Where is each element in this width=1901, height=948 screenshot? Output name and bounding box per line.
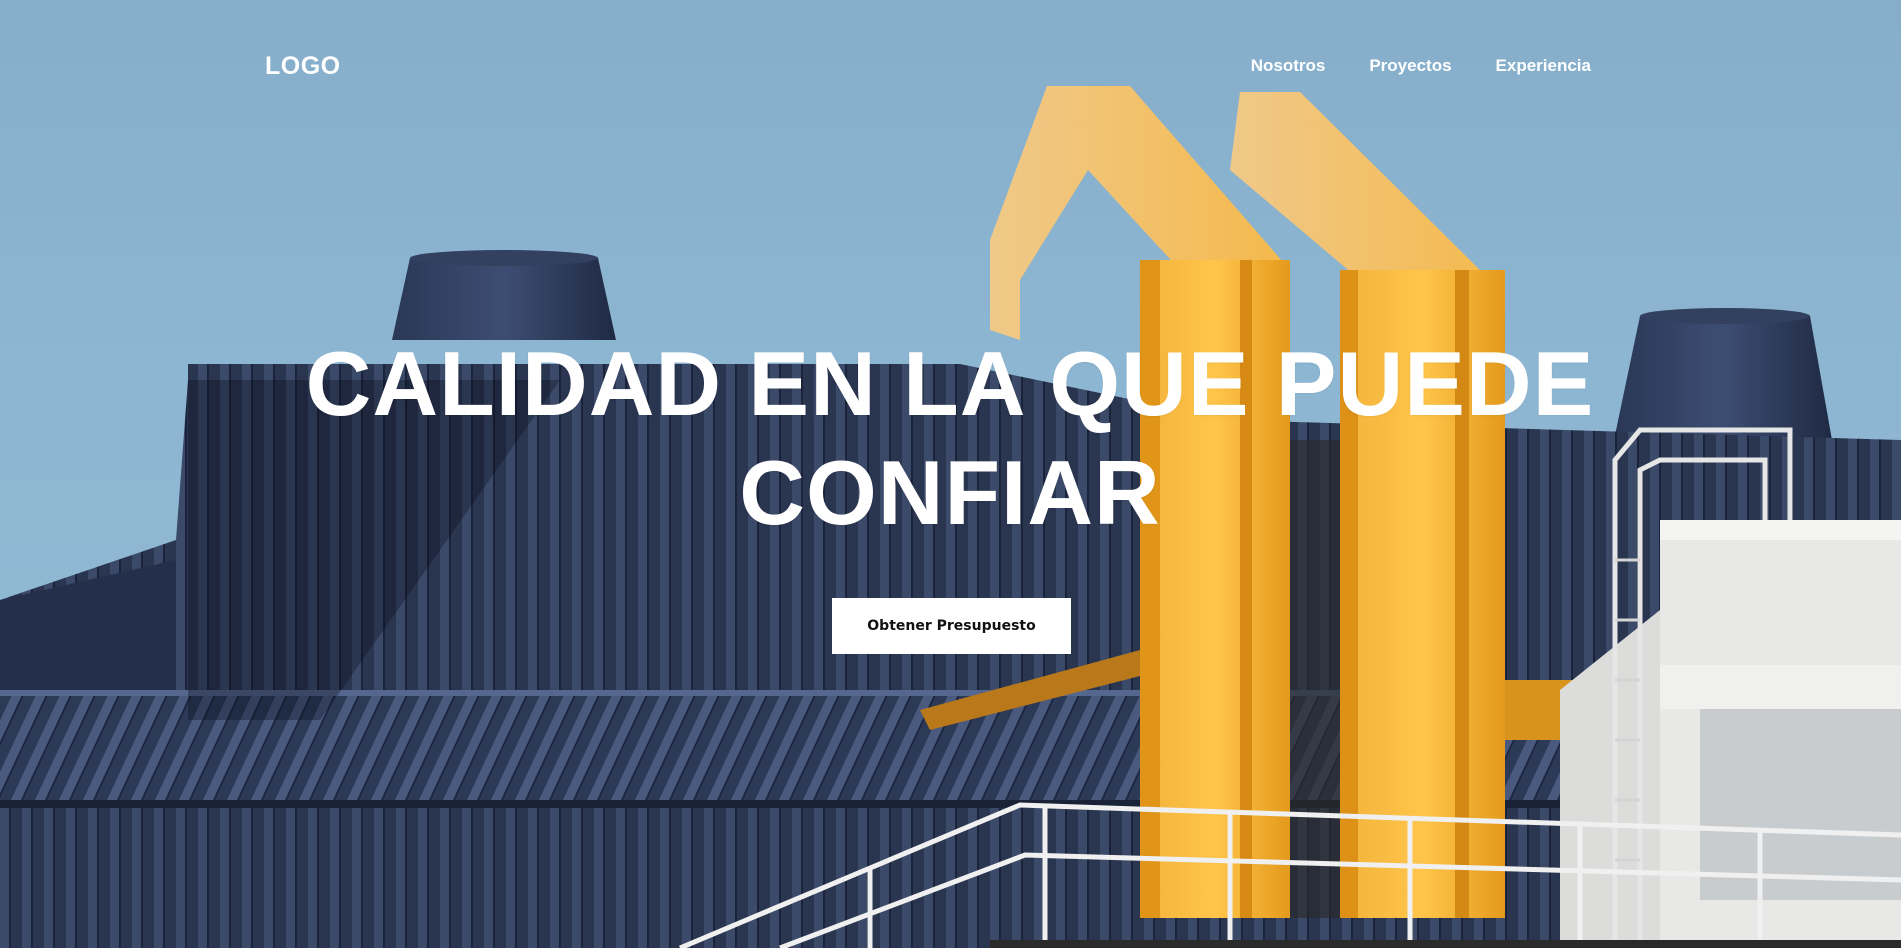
top-navigation-bar: LOGO Nosotros Proyectos Experiencia bbox=[0, 0, 1901, 130]
site-logo[interactable]: LOGO bbox=[265, 52, 341, 81]
hero-section: LOGO Nosotros Proyectos Experiencia CALI… bbox=[0, 0, 1901, 948]
hero-headline-line-2: CONFIAR bbox=[739, 443, 1161, 544]
nav-link-experiencia[interactable]: Experiencia bbox=[1496, 56, 1591, 76]
hero-headline: CALIDAD EN LA QUE PUEDE CONFIAR bbox=[250, 330, 1650, 548]
nav-link-nosotros[interactable]: Nosotros bbox=[1251, 56, 1326, 76]
nav-link-proyectos[interactable]: Proyectos bbox=[1369, 56, 1451, 76]
get-quote-button[interactable]: Obtener Presupuesto bbox=[832, 598, 1071, 654]
main-nav: Nosotros Proyectos Experiencia bbox=[1251, 56, 1591, 76]
hero-headline-line-1: CALIDAD EN LA QUE PUEDE bbox=[305, 334, 1595, 435]
